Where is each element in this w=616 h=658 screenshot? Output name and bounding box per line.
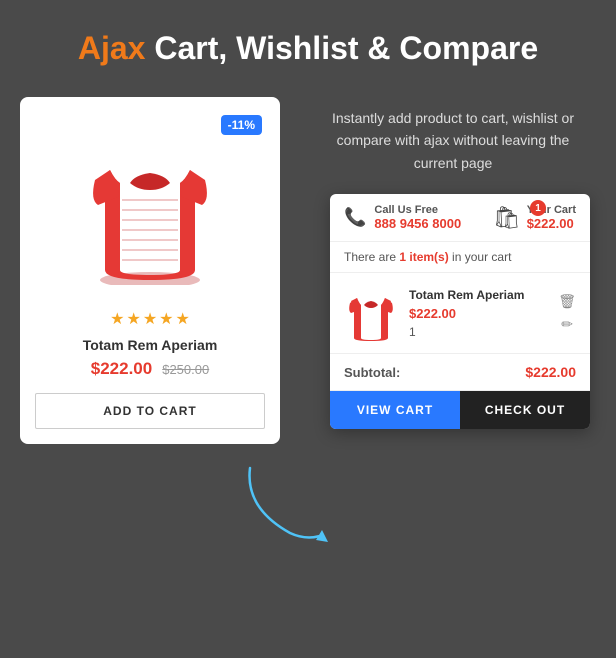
call-us-label: Call Us Free: [374, 204, 461, 216]
star-2: ★: [126, 309, 140, 329]
cart-item-qty: 1: [409, 325, 548, 339]
delete-icon[interactable]: 🗑: [558, 293, 576, 310]
add-to-cart-button[interactable]: ADD TO CART: [35, 393, 265, 429]
star-4: ★: [159, 309, 173, 329]
cart-header: 📞 Call Us Free 888 9456 8000 1 🛍 Your Ca…: [330, 194, 590, 242]
page-title: Ajax Cart, Wishlist & Compare: [20, 30, 596, 67]
star-5: ★: [176, 309, 190, 329]
cart-item-row: Totam Rem Aperiam $222.00 1 🗑 ✏: [330, 273, 590, 354]
cart-items-info: There are 1 item(s) in your cart: [330, 242, 590, 273]
price-current: $222.00: [91, 359, 152, 379]
phone-icon: 📞: [344, 207, 366, 228]
title-rest: Cart, Wishlist & Compare: [145, 30, 538, 66]
curved-arrow: [240, 458, 340, 548]
cart-subtotal: Subtotal: $222.00: [330, 354, 590, 391]
star-3: ★: [143, 309, 157, 329]
right-panel: Instantly add product to cart, wishlist …: [310, 97, 596, 429]
subtotal-label: Subtotal:: [344, 365, 400, 380]
cart-item-price: $222.00: [409, 306, 548, 321]
edit-icon[interactable]: ✏: [561, 316, 573, 333]
cart-item-image: [344, 283, 399, 343]
ajax-highlight: Ajax: [78, 30, 146, 66]
cart-item-sweater: [344, 283, 399, 343]
cart-item-actions: 🗑 ✏: [558, 293, 576, 333]
product-card: -11%: [20, 97, 280, 444]
subtotal-value: $222.00: [525, 364, 576, 380]
cart-item-details: Totam Rem Aperiam $222.00 1: [409, 288, 548, 339]
arrow-decoration: [240, 458, 320, 538]
cart-action-buttons: VIEW CART CHECK OUT: [330, 391, 590, 429]
product-name: Totam Rem Aperiam: [35, 337, 265, 353]
product-image-area: [35, 112, 265, 297]
view-cart-button[interactable]: VIEW CART: [330, 391, 460, 429]
cart-total-header: $222.00: [527, 216, 576, 231]
items-info-count: 1 item(s): [399, 250, 448, 264]
checkout-button[interactable]: CHECK OUT: [460, 391, 590, 429]
cart-item-name: Totam Rem Aperiam: [409, 288, 548, 302]
call-us-number: 888 9456 8000: [374, 216, 461, 231]
price-old: $250.00: [162, 362, 209, 377]
cart-icon-area: 1 🛍 Your Cart $222.00: [493, 204, 576, 231]
discount-badge: -11%: [221, 115, 262, 135]
product-stars: ★ ★ ★ ★ ★: [35, 309, 265, 329]
product-image: [80, 125, 220, 285]
cart-popup: 📞 Call Us Free 888 9456 8000 1 🛍 Your Ca…: [330, 194, 590, 429]
page-header: Ajax Cart, Wishlist & Compare: [0, 0, 616, 87]
items-info-prefix: There are: [344, 250, 399, 264]
main-content: -11%: [0, 87, 616, 454]
description-text: Instantly add product to cart, wishlist …: [310, 107, 596, 174]
product-prices: $222.00 $250.00: [35, 359, 265, 379]
items-info-suffix: in your cart: [449, 250, 512, 264]
call-us-info: Call Us Free 888 9456 8000: [374, 204, 461, 231]
call-us-section: 📞 Call Us Free 888 9456 8000: [344, 204, 461, 231]
star-1: ★: [110, 309, 124, 329]
cart-bag-icon: 🛍: [493, 205, 521, 231]
